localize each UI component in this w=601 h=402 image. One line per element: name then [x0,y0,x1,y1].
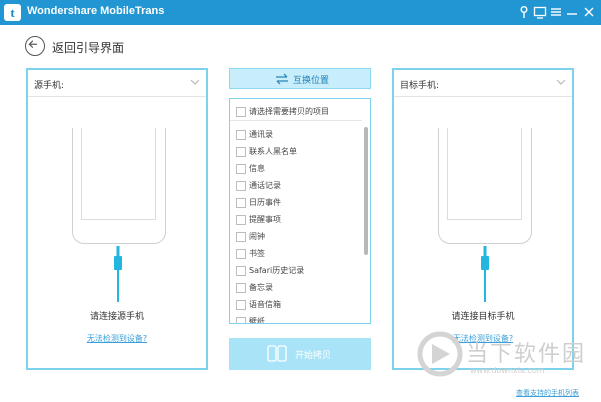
item-checkbox[interactable] [236,266,246,276]
back-button[interactable] [25,36,45,56]
app-logo: t [4,4,21,21]
phone-screen [447,128,522,220]
source-phone-status: 请连接源手机 [89,312,144,322]
pin-icon[interactable] [517,5,531,19]
select-all-checkbox[interactable] [236,107,246,117]
arrow-left-icon [28,40,38,49]
copy-phones-icon [267,345,287,362]
item-checkbox[interactable] [236,130,246,140]
supported-phones-link[interactable]: 查看支持的手机列表 [516,388,579,398]
source-phone-label: 源手机: [34,81,65,91]
item-checkbox[interactable] [236,300,246,310]
item-checkbox[interactable] [236,147,246,157]
usb-cable-icon [481,246,489,302]
item-checkbox[interactable] [236,283,246,293]
item-label: Safari历史记录 [249,266,305,275]
source-phone-select[interactable]: 源手机: [28,70,206,97]
item-label: 备忘录 [249,283,273,292]
item-label: 闹钟 [249,232,265,241]
item-label: 通讯录 [249,130,273,139]
swap-arrows-icon [276,73,288,85]
target-phone-select[interactable]: 目标手机: [394,70,572,97]
swap-position-label: 互换位置 [293,76,330,86]
item-checkbox[interactable] [236,317,246,323]
phone-illustration [72,128,166,244]
close-icon[interactable] [582,5,596,19]
title-bar: t Wondershare MobileTrans [0,0,601,25]
start-copy-label: 开始拷贝 [295,351,332,361]
source-detect-link[interactable]: 无法检测到设备? [28,333,206,344]
item-checkbox[interactable] [236,164,246,174]
phone-screen [81,128,156,220]
item-checkbox[interactable] [236,198,246,208]
item-label: 书签 [249,249,265,258]
target-phone-panel: 目标手机: 请连接目标手机 无法检测到设备? [392,68,574,370]
target-phone-status: 请连接目标手机 [451,312,515,322]
phone-illustration [438,128,532,244]
item-label: 信息 [249,164,265,173]
back-title[interactable]: 返回引导界面 [52,39,124,56]
start-copy-button[interactable]: 开始拷贝 [229,338,371,370]
app-title: Wondershare MobileTrans [27,5,165,17]
item-checkbox[interactable] [236,215,246,225]
item-label: 日历事件 [249,198,281,207]
list-divider [230,120,362,121]
source-phone-panel: 源手机: 请连接源手机 无法检测到设备? [26,68,208,370]
chevron-down-icon [190,79,200,85]
target-phone-label: 目标手机: [400,81,440,91]
watermark-url: www.downxia.com [470,366,545,375]
usb-cable-icon [114,246,122,302]
item-label: 提醒事项 [249,215,281,224]
item-label: 通话记录 [249,181,281,190]
item-checkbox[interactable] [236,232,246,242]
item-checkbox[interactable] [236,249,246,259]
list-scrollbar[interactable] [364,127,368,255]
watermark-text: 当下软件园 [466,342,587,367]
item-label: 语音信箱 [249,300,281,309]
chat-icon[interactable] [533,5,547,19]
menu-icon[interactable] [549,5,563,19]
minimize-icon[interactable] [565,5,579,19]
item-label: 联系人黑名单 [249,147,297,156]
swap-position-button[interactable]: 互换位置 [229,68,371,89]
transfer-item-list: 请选择需要拷贝的项目 通讯录 联系人黑名单 信息 通话记录 日历事件 提醒事项 … [229,98,371,324]
select-all-label: 请选择需要拷贝的项目 [249,107,329,116]
item-checkbox[interactable] [236,181,246,191]
item-label: 壁纸 [249,317,265,324]
chevron-down-icon [556,79,566,85]
